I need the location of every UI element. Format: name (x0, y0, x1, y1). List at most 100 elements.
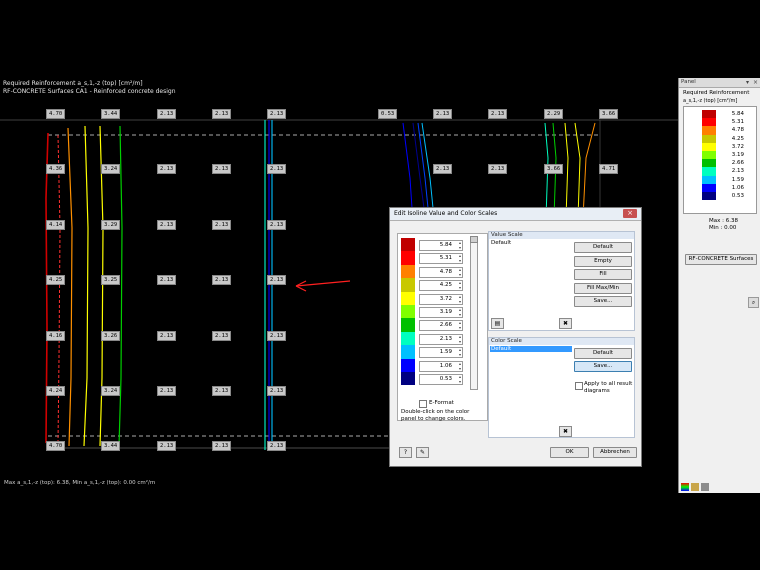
legend-swatch (702, 118, 716, 127)
value-label: 2.13 (267, 441, 287, 451)
color-swatch[interactable] (401, 305, 415, 319)
value-label: 2.13 (157, 164, 177, 174)
spinner-value[interactable]: 1.59 (440, 348, 452, 357)
spinner-value[interactable]: 1.06 (440, 362, 452, 371)
color-hint: Double-click on the color panel to chang… (401, 409, 470, 422)
value-color-list: E-Format Double-click on the color panel… (397, 233, 488, 422)
value-save-button[interactable]: Save... (574, 296, 632, 307)
value-spinner[interactable]: 0.53 ▴ ▾ (419, 374, 463, 385)
spinner-value[interactable]: 2.66 (440, 321, 452, 330)
value-slider[interactable] (470, 236, 478, 390)
list-item[interactable]: Default (490, 240, 572, 246)
value-spinner[interactable]: 4.78 ▴ ▾ (419, 266, 463, 278)
save-scale-icon[interactable]: ▤ (491, 318, 504, 329)
color-swatch[interactable] (401, 331, 415, 346)
spinner-value[interactable]: 3.19 (440, 308, 452, 317)
value-spinner[interactable]: 5.84 ▴ ▾ (419, 240, 463, 251)
color-swatch[interactable] (401, 318, 415, 332)
legend-value: 1.59 (731, 176, 744, 183)
fill-button[interactable]: Fill (574, 269, 632, 280)
spinner-arrows-icon[interactable]: ▴ ▾ (459, 253, 461, 263)
value-spinner[interactable]: 2.66 ▴ ▾ (419, 320, 463, 332)
legend-value: 4.25 (731, 135, 744, 142)
apply-all-checkbox[interactable] (575, 382, 583, 390)
ok-button[interactable]: OK (550, 447, 589, 458)
value-label: 3.24 (101, 386, 121, 396)
value-default-button[interactable]: Default (574, 242, 632, 253)
rf-concrete-surfaces-button[interactable]: RF-CONCRETE Surfaces (685, 254, 757, 265)
slider-thumb[interactable] (470, 236, 478, 243)
spinner-arrows-icon[interactable]: ▴ ▾ (459, 280, 461, 290)
color-swatch[interactable] (401, 251, 415, 265)
legend-row: 2.66 (702, 159, 754, 168)
color-swatch[interactable] (401, 345, 415, 359)
display-icon[interactable] (701, 483, 709, 491)
spinner-arrows-icon[interactable]: ▴ ▾ (459, 347, 461, 357)
spinner-arrows-icon[interactable]: ▴ ▾ (459, 361, 461, 371)
value-label: 3.26 (101, 331, 121, 341)
value-label: 2.13 (267, 164, 287, 174)
panel-toolbar (681, 483, 759, 492)
pin-icon[interactable]: ▾ (746, 78, 749, 87)
legend-row: 2.13 (702, 167, 754, 176)
color-swatch[interactable] (401, 238, 415, 252)
spinner-arrows-icon[interactable]: ▴ ▾ (459, 267, 461, 277)
spinner-arrows-icon[interactable]: ▴ ▾ (459, 240, 461, 250)
close-icon[interactable]: × (753, 78, 758, 87)
value-spinner[interactable]: 3.72 ▴ ▾ (419, 293, 463, 305)
value-spinner[interactable]: 3.19 ▴ ▾ (419, 307, 463, 318)
value-spinner[interactable]: 1.59 ▴ ▾ (419, 347, 463, 359)
spinner-arrows-icon[interactable]: ▴ ▾ (459, 334, 461, 344)
delete-icon[interactable]: ✖ (559, 318, 572, 329)
spinner-value[interactable]: 5.84 (440, 241, 452, 250)
value-spinner[interactable]: 4.25 ▴ ▾ (419, 280, 463, 292)
color-swatch[interactable] (401, 291, 415, 305)
color-legend[interactable]: 5.84 5.31 4.78 4.25 3.72 3.19 2.66 2.13 1.59 1.06… (683, 106, 757, 214)
legend-value: 2.66 (731, 160, 744, 167)
color-swatch[interactable] (401, 358, 415, 372)
spinner-value[interactable]: 2.13 (440, 335, 452, 344)
result-subheading: RF-CONCRETE Surfaces CA1 - Reinforced co… (3, 88, 176, 95)
spinner-arrows-icon[interactable]: ▴ ▾ (459, 307, 461, 317)
empty-button[interactable]: Empty (574, 256, 632, 267)
spinner-arrows-icon[interactable]: ▴ ▾ (459, 294, 461, 304)
filter-icon[interactable] (691, 483, 699, 491)
value-label: 0.53 (378, 109, 398, 119)
zoom-icon[interactable]: ⌕ (748, 297, 759, 308)
color-scale-icon[interactable] (681, 483, 689, 491)
legend-value: 2.13 (731, 168, 744, 175)
list-item[interactable]: Default (490, 346, 572, 352)
color-save-button[interactable]: Save... (574, 361, 632, 372)
cancel-button[interactable]: Abbrechen (593, 447, 637, 458)
edit-icon[interactable]: ✎ (416, 447, 429, 458)
value-spinner[interactable]: 1.06 ▴ ▾ (419, 360, 463, 372)
fill-max-min-button[interactable]: Fill Max/Min (574, 283, 632, 294)
help-icon[interactable]: ? (399, 447, 412, 458)
value-scale-list[interactable]: Default (490, 240, 572, 315)
spinner-value[interactable]: 0.53 (440, 375, 452, 384)
edit-isoline-dialog: Edit Isoline Value and Color Scales × E-… (389, 207, 642, 467)
color-default-button[interactable]: Default (574, 348, 632, 359)
min-value: 0.00 (724, 225, 737, 231)
spinner-value[interactable]: 4.25 (440, 281, 452, 290)
value-label: 3.24 (101, 164, 121, 174)
color-swatch[interactable] (401, 264, 415, 279)
spinner-arrows-icon[interactable]: ▴ ▾ (459, 374, 461, 384)
value-spinner[interactable]: 2.13 ▴ ▾ (419, 333, 463, 345)
value-label: 2.13 (267, 220, 287, 230)
value-label: 2.13 (267, 275, 287, 285)
eformat-checkbox[interactable] (419, 400, 427, 408)
spinner-arrows-icon[interactable]: ▴ ▾ (459, 320, 461, 330)
legend-row: 0.53 (702, 191, 754, 201)
panel-titlebar: Panel ▾ × (679, 78, 760, 88)
spinner-value[interactable]: 5.31 (440, 254, 452, 263)
color-swatch[interactable] (401, 372, 415, 386)
value-label: 2.13 (157, 441, 177, 451)
close-icon[interactable]: × (623, 209, 637, 218)
spinner-value[interactable]: 3.72 (440, 295, 452, 304)
value-spinner[interactable]: 5.31 ▴ ▾ (419, 253, 463, 265)
color-swatch[interactable] (401, 278, 415, 292)
delete-icon[interactable]: ✖ (559, 426, 572, 437)
spinner-value[interactable]: 4.78 (440, 268, 452, 277)
color-scale-list[interactable]: Default (490, 346, 572, 426)
